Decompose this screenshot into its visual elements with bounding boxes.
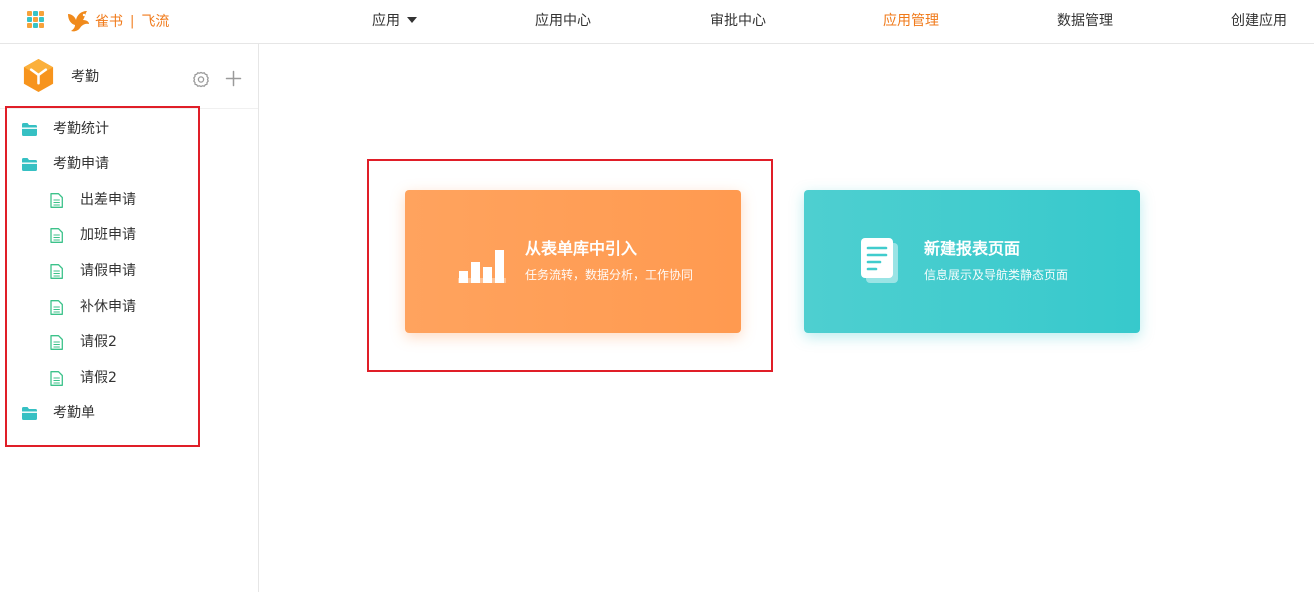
nav-apps-label: 应用 xyxy=(372,13,400,29)
highlight-box-sidebar-tree xyxy=(5,106,200,447)
new-report-page-card[interactable]: 新建报表页面 信息展示及导航类静态页面 xyxy=(804,190,1140,333)
highlight-box-import-card xyxy=(367,159,773,372)
attendance-app-logo-icon xyxy=(23,58,54,93)
nav-apps-dropdown[interactable]: 应用 xyxy=(372,11,417,31)
sidebar-app-header: 考勤 xyxy=(0,44,258,109)
app-root: 雀书 | 飞流 应用 应用中心 审批中心 应用管理 数据管理 创建应用 考勤 考… xyxy=(0,0,1314,592)
nav-app-management[interactable]: 应用管理 xyxy=(883,11,939,31)
bird-logo-icon xyxy=(68,11,89,32)
brand-product: 飞流 xyxy=(141,14,170,30)
card-title: 新建报表页面 xyxy=(924,239,1021,258)
app-name: 考勤 xyxy=(71,69,99,85)
top-navigation-bar: 雀书 | 飞流 应用 应用中心 审批中心 应用管理 数据管理 创建应用 xyxy=(0,0,1314,44)
brand-separator: | xyxy=(130,13,135,29)
add-plus-icon[interactable] xyxy=(225,70,242,87)
caret-down-icon xyxy=(407,17,417,23)
report-page-icon xyxy=(861,238,898,283)
app-launcher-icon[interactable] xyxy=(27,11,44,28)
nav-data-management[interactable]: 数据管理 xyxy=(1057,11,1113,31)
settings-gear-icon[interactable] xyxy=(192,71,210,89)
nav-approval-center[interactable]: 审批中心 xyxy=(710,11,766,31)
nav-create-app[interactable]: 创建应用 xyxy=(1231,11,1287,31)
card-subtitle: 信息展示及导航类静态页面 xyxy=(924,268,1069,282)
nav-app-center[interactable]: 应用中心 xyxy=(535,11,591,31)
brand-logo[interactable]: 雀书 | 飞流 xyxy=(65,8,169,34)
brand-name: 雀书 xyxy=(95,14,123,30)
